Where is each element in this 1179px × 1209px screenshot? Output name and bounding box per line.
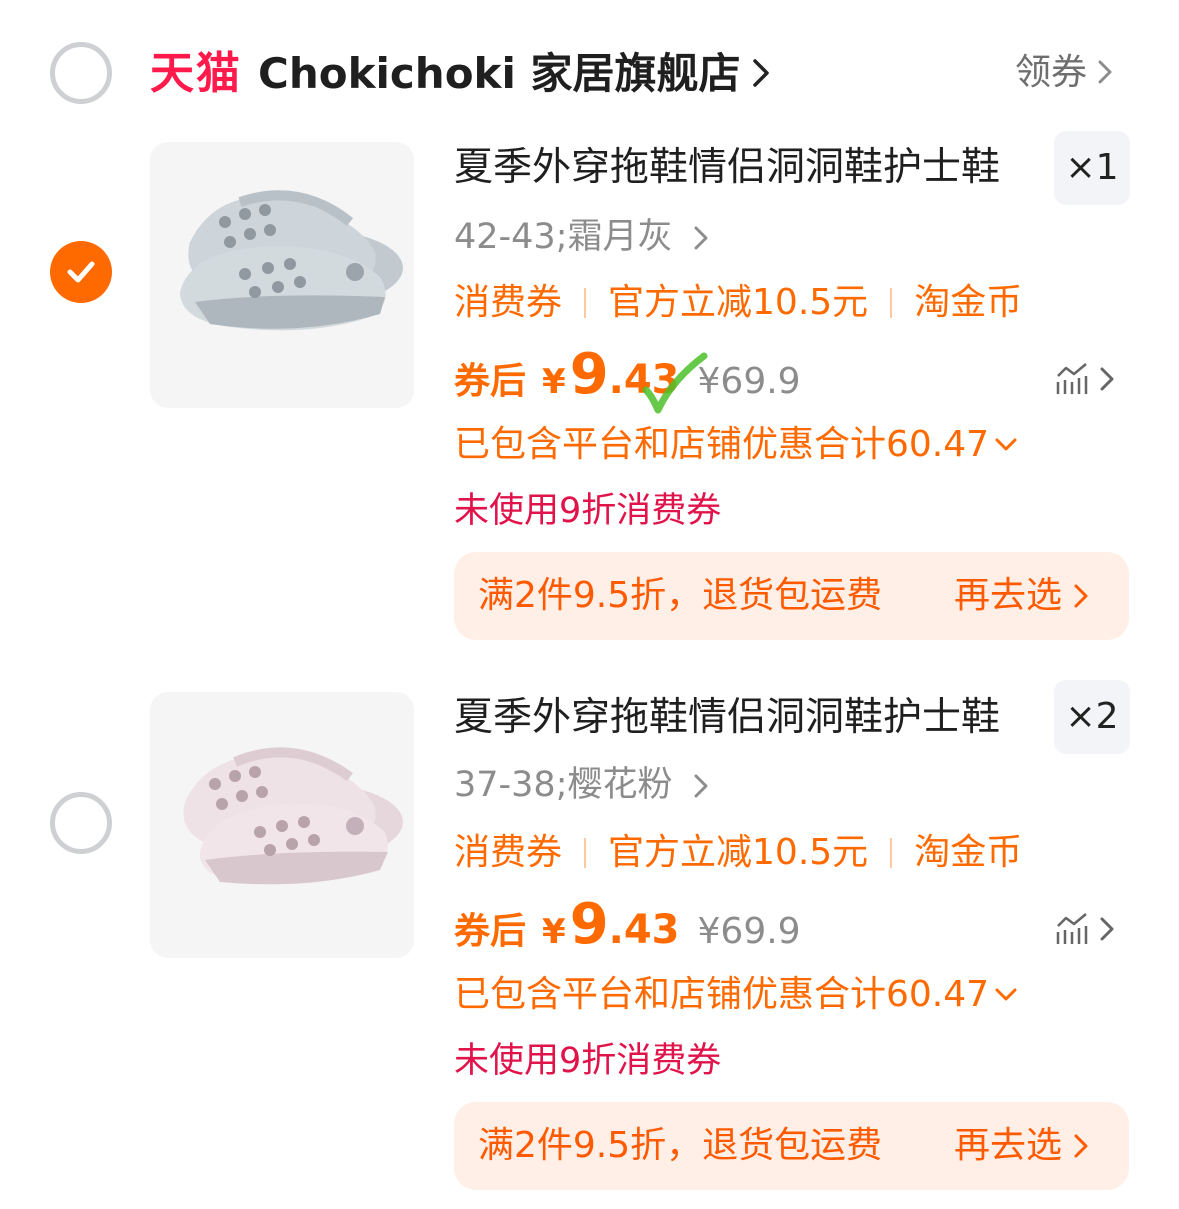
price-trend-icon (1056, 913, 1088, 944)
product-title[interactable]: 夏季外穿拖鞋情侣洞洞鞋护士鞋 (454, 140, 1000, 196)
product-title[interactable]: 夏季外穿拖鞋情侣洞洞鞋护士鞋 (454, 690, 1000, 746)
chevron-right-icon (1100, 917, 1114, 941)
promo-banner[interactable]: 满2件9.5折，退货包运费 再去选 (454, 552, 1129, 640)
price-prefix: 券后 (454, 361, 527, 402)
product-image[interactable] (150, 142, 414, 408)
tag-official-discount: 官方立减10.5元 (608, 832, 869, 873)
chevron-right-icon (694, 774, 708, 798)
tag-divider (890, 288, 893, 318)
chevron-down-icon (995, 988, 1017, 1001)
discount-total-label: 已包含平台和店铺优惠合计60.47 (454, 974, 990, 1015)
sku-selector[interactable]: 42-43;霜月灰 (454, 212, 708, 262)
price-prefix: 券后 (454, 911, 527, 952)
check-mark-annotation-icon (642, 352, 708, 414)
unused-coupon-notice: 未使用9折消费券 (454, 1041, 722, 1081)
quantity-button[interactable]: ×1 (1054, 131, 1130, 205)
original-price: ¥69.9 (697, 361, 801, 402)
price-currency: ¥ (542, 362, 566, 402)
chevron-right-icon (1074, 1134, 1088, 1158)
item-select-radio[interactable] (50, 241, 112, 303)
discount-total-toggle[interactable]: 已包含平台和店铺优惠合计60.47 (454, 418, 1017, 472)
tag-consumption-coupon: 消费券 (454, 282, 563, 323)
tag-taojinbi: 淘金币 (914, 832, 1023, 873)
chevron-right-icon (694, 226, 708, 250)
tag-official-discount: 官方立减10.5元 (608, 282, 869, 323)
sku-selector[interactable]: 37-38;樱花粉 (454, 760, 708, 810)
clog-shoes-image (180, 190, 403, 331)
quantity-button[interactable]: ×2 (1054, 680, 1130, 754)
promo-banner[interactable]: 满2件9.5折，退货包运费 再去选 (454, 1102, 1129, 1190)
chevron-right-icon (1100, 367, 1114, 391)
price-row: 券后 ¥ 9 .43 ¥69.9 (454, 342, 801, 412)
tag-consumption-coupon: 消费券 (454, 832, 563, 873)
price-integer: 9 (569, 892, 609, 957)
discount-total-toggle[interactable]: 已包含平台和店铺优惠合计60.47 (454, 968, 1017, 1022)
item-select-radio[interactable] (50, 792, 112, 854)
tag-divider (584, 288, 587, 318)
price-currency: ¥ (542, 912, 566, 952)
chevron-right-icon[interactable] (1098, 60, 1112, 84)
check-icon (67, 261, 95, 283)
unused-coupon-notice: 未使用9折消费券 (454, 491, 722, 531)
tmall-logo: 天猫 (150, 48, 242, 99)
price-trend-icon (1056, 363, 1088, 394)
promo-text: 满2件9.5折，退货包运费 (478, 575, 883, 616)
chevron-right-icon (1074, 584, 1088, 608)
promo-text: 满2件9.5折，退货包运费 (478, 1125, 883, 1166)
tag-divider (584, 838, 587, 868)
original-price: ¥69.9 (697, 911, 801, 952)
get-coupon-link[interactable]: 领券 (1015, 48, 1087, 98)
promo-action-link[interactable]: 再去选 (954, 1118, 1062, 1174)
discount-total-label: 已包含平台和店铺优惠合计60.47 (454, 424, 990, 465)
sku-label: 42-43;霜月灰 (454, 217, 673, 257)
sku-label: 37-38;樱花粉 (454, 765, 673, 805)
chevron-down-icon (995, 438, 1017, 451)
promo-tags: 消费券 官方立减10.5元 淘金币 (454, 276, 1022, 330)
chevron-right-icon[interactable] (752, 58, 770, 88)
promo-action-link[interactable]: 再去选 (954, 568, 1062, 624)
clog-shoes-image (183, 747, 403, 885)
tag-divider (890, 838, 893, 868)
price-row: 券后 ¥ 9 .43 ¥69.9 (454, 892, 801, 962)
price-trend-button[interactable] (1054, 912, 1114, 946)
tag-taojinbi: 淘金币 (914, 282, 1023, 323)
price-trend-button[interactable] (1054, 362, 1114, 396)
price-integer: 9 (569, 342, 609, 407)
product-image[interactable] (150, 692, 414, 958)
shop-header: 天猫 Chokichoki 家居旗舰店 领券 (0, 0, 1179, 140)
cart-item: 夏季外穿拖鞋情侣洞洞鞋护士鞋 ×1 42-43;霜月灰 消费券 官方立减10.5… (0, 131, 1179, 690)
price-decimal: .43 (608, 907, 680, 953)
shop-select-radio[interactable] (50, 42, 112, 104)
promo-tags: 消费券 官方立减10.5元 淘金币 (454, 826, 1022, 880)
cart-item: 夏季外穿拖鞋情侣洞洞鞋护士鞋 ×2 37-38;樱花粉 消费券 官方立减10.5… (0, 680, 1179, 1209)
shop-name-link[interactable]: Chokichoki 家居旗舰店 (258, 44, 741, 104)
